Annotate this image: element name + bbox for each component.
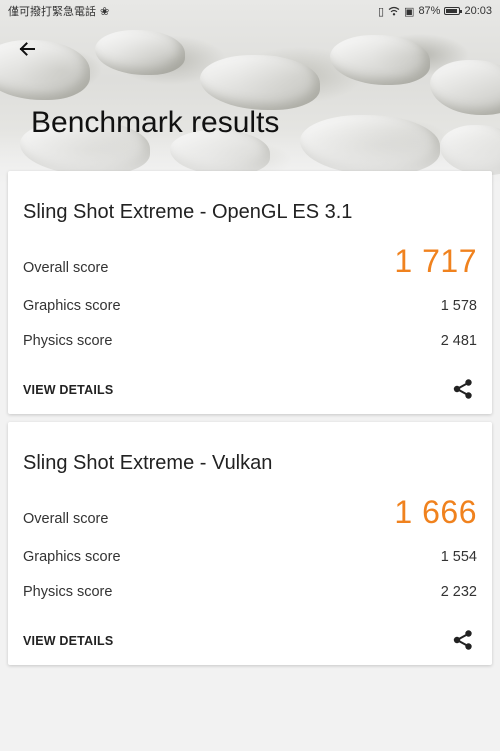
share-icon[interactable] bbox=[452, 629, 474, 651]
overall-score-value: 1 717 bbox=[394, 243, 477, 279]
header-background-image bbox=[0, 0, 500, 200]
overall-score-label: Overall score bbox=[23, 260, 109, 276]
physics-score-value: 2 481 bbox=[440, 333, 477, 349]
view-details-button[interactable]: VIEW DETAILS bbox=[23, 634, 113, 648]
overall-score-value: 1 666 bbox=[394, 494, 477, 530]
graphics-score-label: Graphics score bbox=[23, 298, 121, 314]
physics-score-label: Physics score bbox=[23, 333, 113, 349]
graphics-score-row: Graphics score 1 578 bbox=[23, 298, 477, 314]
physics-score-value: 2 232 bbox=[440, 584, 477, 600]
graphics-score-row: Graphics score 1 554 bbox=[23, 549, 477, 565]
card-title: Sling Shot Extreme - Vulkan bbox=[23, 452, 273, 474]
back-button[interactable] bbox=[14, 36, 40, 62]
overall-score-label: Overall score bbox=[23, 511, 109, 527]
physics-score-label: Physics score bbox=[23, 584, 113, 600]
result-card-opengl: Sling Shot Extreme - OpenGL ES 3.1 Overa… bbox=[8, 171, 492, 414]
view-details-button[interactable]: VIEW DETAILS bbox=[23, 383, 113, 397]
back-arrow-icon bbox=[19, 42, 35, 56]
clock: 20:03 bbox=[464, 5, 492, 17]
vibrate-icon: ▯ bbox=[377, 5, 385, 18]
graphics-score-label: Graphics score bbox=[23, 549, 121, 565]
graphics-score-value: 1 578 bbox=[440, 298, 477, 314]
share-icon[interactable] bbox=[452, 378, 474, 400]
result-card-vulkan: Sling Shot Extreme - Vulkan Overall scor… bbox=[8, 422, 492, 665]
physics-score-row: Physics score 2 481 bbox=[23, 333, 477, 349]
graphics-score-value: 1 554 bbox=[440, 549, 477, 565]
overall-score-row: Overall score 1 666 bbox=[23, 494, 477, 531]
physics-score-row: Physics score 2 232 bbox=[23, 584, 477, 600]
overall-score-row: Overall score 1 717 bbox=[23, 243, 477, 280]
page-title: Benchmark results bbox=[31, 106, 280, 139]
carrier-status-text: 僅可撥打緊急電話 bbox=[8, 6, 96, 18]
battery-percent: 87% bbox=[418, 5, 441, 17]
sim-icon: ▣ bbox=[404, 5, 415, 18]
notification-icon: ❀ bbox=[100, 5, 110, 18]
battery-icon bbox=[444, 7, 463, 15]
status-bar: 僅可撥打緊急電話 ❀ ▯ ▣ 87% 20:03 bbox=[0, 0, 500, 22]
wifi-icon bbox=[388, 6, 400, 16]
card-title: Sling Shot Extreme - OpenGL ES 3.1 bbox=[23, 201, 353, 223]
